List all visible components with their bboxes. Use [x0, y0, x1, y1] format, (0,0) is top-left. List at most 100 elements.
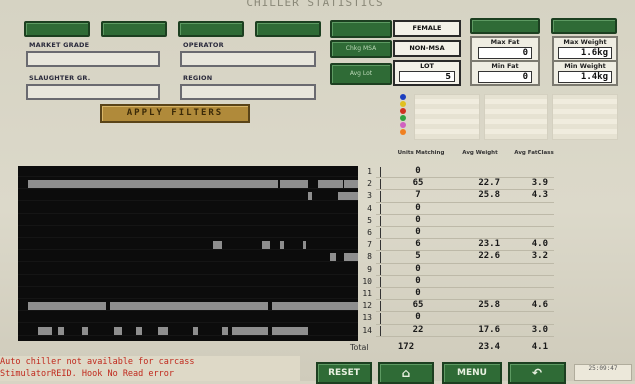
- units-matching-cell: 0: [415, 202, 421, 213]
- legend-swatch: [400, 115, 406, 121]
- grid-row-line: [18, 200, 358, 202]
- lot-box[interactable]: LOT 5: [393, 60, 461, 86]
- screen-title: CHILLER STATISTICS: [246, 0, 384, 9]
- row-number: 8: [367, 252, 372, 262]
- row-number: 7: [367, 240, 372, 250]
- row-divider: [376, 335, 554, 337]
- row-cursor: [380, 191, 381, 202]
- avg-weight-cell: 25.8: [478, 190, 500, 201]
- grid-row-line: [18, 310, 358, 312]
- market-grade-field[interactable]: [26, 51, 160, 67]
- table-row: 60: [358, 227, 558, 240]
- row-number: 6: [367, 228, 372, 237]
- row-cursor: [380, 179, 381, 190]
- legend-swatch: [400, 122, 406, 128]
- stats-table: 1 0 2 65 22.7 3.9 3 7 25.8 4.3 4 0 5 0 6 0 7 6 23.1 4.0 8 5 22…: [358, 166, 558, 337]
- table-row: 11 0: [358, 288, 558, 301]
- units-matching-header: Units Matching: [397, 150, 445, 156]
- row-cursor: [380, 325, 381, 336]
- table-row: 2 65 22.7 3.9: [358, 178, 558, 191]
- min-weight-box[interactable]: Min Weight 1.4kg: [552, 60, 618, 86]
- market-grade-label: MARKET GRADE: [29, 41, 90, 49]
- clock-time: 25:09:47: [588, 365, 618, 372]
- carcass-block: [222, 326, 228, 335]
- fat-param-header-button[interactable]: [470, 18, 540, 34]
- row-cursor: [380, 252, 381, 263]
- units-matching-cell: 7: [415, 190, 421, 201]
- max-weight-box[interactable]: Max Weight 1.6kg: [552, 36, 618, 62]
- slaughter-group-filter[interactable]: SLAUGHTER GR.: [26, 74, 160, 100]
- operator-filter[interactable]: OPERATOR: [180, 41, 318, 67]
- units-matching-cell: 5: [415, 251, 421, 262]
- grid-row-line: [18, 188, 358, 190]
- table-row: 40: [358, 203, 558, 215]
- lot-label: LOT: [420, 62, 434, 70]
- legend-swatch: [400, 101, 406, 107]
- filter-tab-button-2[interactable]: [101, 21, 167, 37]
- grid-row-line: [18, 224, 358, 226]
- carcass-block: [38, 326, 52, 335]
- avg-weight-cell: 22.7: [478, 178, 500, 189]
- grid-row-line: [18, 249, 358, 251]
- carcass-block: [280, 241, 284, 250]
- row-cursor: [380, 228, 381, 239]
- msa-select-button[interactable]: Chkg MSA: [330, 40, 392, 58]
- carcass-block: [193, 326, 198, 335]
- apply-filters-button[interactable]: APPLY FILTERS: [100, 104, 250, 123]
- legend-swatches: [400, 94, 408, 144]
- carcass-block: [28, 302, 106, 311]
- min-fat-box[interactable]: Min Fat 0: [470, 60, 540, 86]
- avg-fatclass-cell: 3.9: [531, 178, 548, 189]
- table-row: 8 5 22.6 3.2: [358, 251, 558, 264]
- msa-value: NON-MSA: [393, 40, 461, 57]
- table-row: 10: [358, 166, 558, 179]
- sex-value: FEMALE: [393, 20, 461, 37]
- region-field[interactable]: [180, 84, 316, 100]
- weight-param-header-button[interactable]: [551, 18, 617, 34]
- filter-tab-button-3[interactable]: [178, 21, 244, 37]
- status-message: Auto chiller not available for carcass S…: [0, 356, 300, 381]
- region-label: REGION: [183, 74, 213, 82]
- sex-select-button[interactable]: [330, 20, 392, 38]
- table-row: 12 65 25.8 4.6: [358, 300, 558, 313]
- carcass-block: [330, 253, 336, 262]
- max-fat-label: Max Fat: [490, 38, 520, 46]
- row-number: 4: [367, 203, 372, 213]
- max-weight-value: 1.6kg: [558, 47, 612, 59]
- slaughter-group-label: SLAUGHTER GR.: [29, 74, 91, 82]
- row-number: 2: [367, 179, 372, 189]
- carcass-block: [110, 302, 268, 311]
- carcass-block: [280, 180, 308, 189]
- carcass-block: [58, 326, 64, 335]
- legend-swatch: [400, 94, 406, 100]
- region-filter[interactable]: REGION: [180, 74, 318, 100]
- avg-lot-button[interactable]: Avg Lot: [330, 63, 392, 85]
- total-label: Total: [350, 343, 369, 352]
- slaughter-group-field[interactable]: [26, 84, 160, 100]
- carcass-block: [136, 326, 142, 335]
- total-units: 172: [397, 342, 415, 352]
- mini-grid-1: [414, 94, 480, 140]
- market-grade-filter[interactable]: MARKET GRADE: [26, 41, 160, 67]
- legend-swatch: [400, 129, 406, 135]
- carcass-block: [114, 326, 122, 335]
- total-fat: 4.1: [531, 342, 548, 352]
- units-matching-cell: 0: [415, 227, 421, 237]
- carcass-block: [338, 192, 358, 201]
- avg-weight-cell: 17.6: [478, 324, 500, 335]
- row-number: 9: [367, 264, 372, 274]
- lot-value: 5: [399, 71, 455, 82]
- row-number: 14: [362, 325, 372, 335]
- operator-field[interactable]: [180, 51, 316, 67]
- table-row: 10 0: [358, 276, 558, 288]
- units-matching-cell: 0: [415, 288, 421, 298]
- legend-swatch: [400, 108, 406, 114]
- table-row: 90: [358, 264, 558, 276]
- filter-tab-button-4[interactable]: [255, 21, 321, 37]
- max-fat-box[interactable]: Max Fat 0: [470, 36, 540, 62]
- total-weight: 23.4: [478, 342, 500, 352]
- units-matching-cell: 65: [412, 178, 424, 189]
- mini-grid-2: [484, 94, 548, 140]
- filter-tab-button-1[interactable]: [24, 21, 90, 37]
- carcass-block: [344, 253, 358, 262]
